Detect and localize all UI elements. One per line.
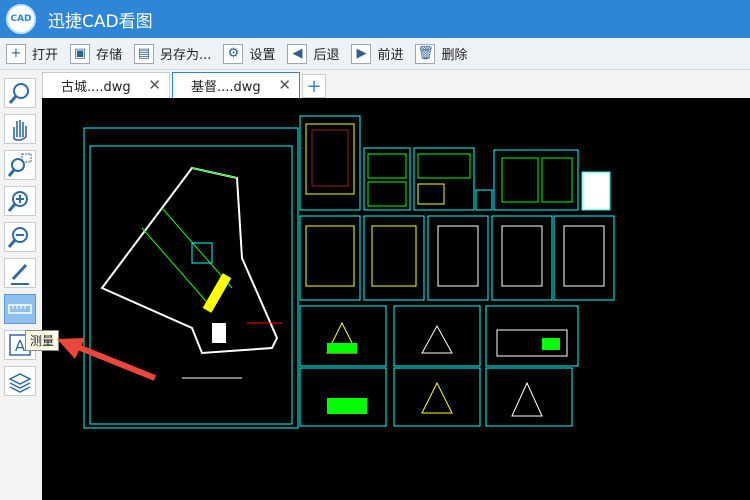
app-window: CAD 迅捷CAD看图 + 打开 ▣ 存储 ▤ 另存为... ⚙ 设置 ◀ 后退… <box>0 0 750 500</box>
drawing-canvas[interactable] <box>42 98 750 500</box>
delete-button[interactable]: 🗑 删除 <box>415 42 468 66</box>
cad-drawing <box>83 115 615 429</box>
back-button[interactable]: ◀ 后退 <box>287 42 339 66</box>
close-icon[interactable]: ✕ <box>148 76 161 94</box>
close-icon[interactable]: ✕ <box>278 76 291 94</box>
add-tab-button[interactable]: + <box>302 74 326 98</box>
save-button[interactable]: ▣ 存储 <box>70 42 122 66</box>
gear-icon: ⚙ <box>223 43 244 64</box>
zoom-window-icon <box>7 153 32 177</box>
document-tabs: 古城....dwg ✕ 基督....dwg ✕ + <box>42 72 750 98</box>
app-logo: CAD <box>6 4 36 34</box>
zoom-in-icon <box>7 191 28 212</box>
zoom-out-icon <box>7 227 28 248</box>
left-tool-panel: A <box>0 70 42 500</box>
trash-icon: 🗑 <box>415 43 436 64</box>
draw-tool[interactable] <box>4 258 36 288</box>
main-toolbar: + 打开 ▣ 存储 ▤ 另存为... ⚙ 设置 ◀ 后退 ▶ 前进 🗑 删除 <box>0 38 750 70</box>
arrow-left-icon: ◀ <box>287 43 308 64</box>
save-as-button[interactable]: ▤ 另存为... <box>134 42 211 66</box>
zoom-in-tool[interactable] <box>4 186 36 216</box>
arrow-right-icon: ▶ <box>351 43 372 64</box>
measure-tool[interactable] <box>4 294 36 324</box>
pan-tool[interactable] <box>4 114 36 144</box>
pan-hand-icon <box>13 120 27 141</box>
title-bar: CAD 迅捷CAD看图 <box>0 0 750 38</box>
annotation-arrow-icon <box>57 338 157 381</box>
tab-jidu[interactable]: 基督....dwg ✕ <box>172 72 300 98</box>
measure-ruler-icon <box>8 304 32 314</box>
measure-tooltip: 测量 <box>25 330 60 351</box>
zoom-rotate-tool[interactable] <box>4 78 36 108</box>
settings-button[interactable]: ⚙ 设置 <box>223 42 275 66</box>
plus-icon: + <box>6 43 26 64</box>
zoom-out-tool[interactable] <box>4 222 36 252</box>
zoom-window-tool[interactable] <box>4 150 36 180</box>
forward-button[interactable]: ▶ 前进 <box>351 42 403 66</box>
pen-icon <box>11 263 29 285</box>
floppy-icon: ▣ <box>70 43 91 64</box>
layers-icon <box>8 373 32 393</box>
tab-gucheng[interactable]: 古城....dwg ✕ <box>42 72 170 98</box>
app-title: 迅捷CAD看图 <box>48 11 153 32</box>
open-button[interactable]: + 打开 <box>6 42 58 66</box>
zoom-rotate-icon <box>8 83 29 104</box>
save-as-icon: ▤ <box>134 43 155 64</box>
layers-tool[interactable] <box>4 366 36 396</box>
